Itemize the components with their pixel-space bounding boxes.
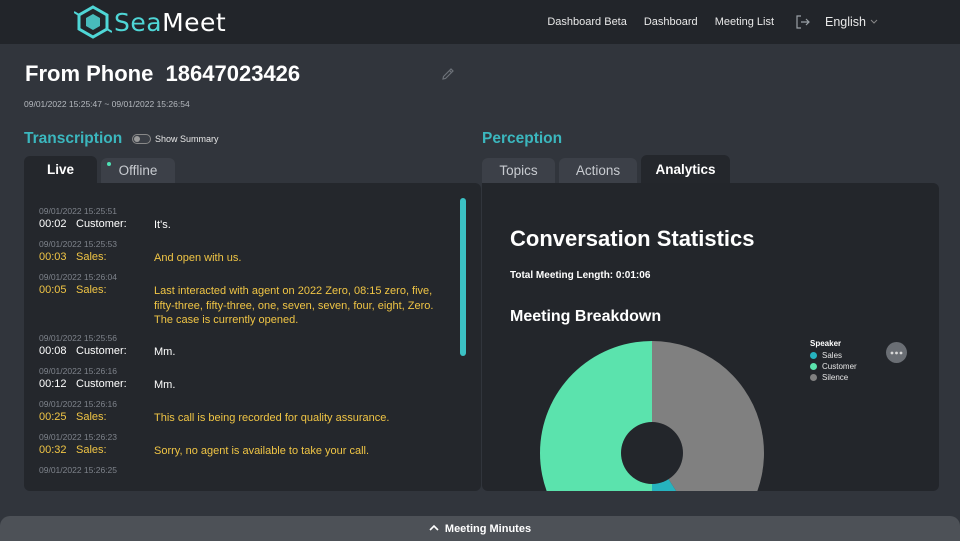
language-label: English xyxy=(825,15,866,29)
meeting-minutes-label: Meeting Minutes xyxy=(444,523,532,535)
tab-offline-label: Offline xyxy=(118,163,158,178)
logo-icon xyxy=(74,5,112,39)
legend-item-customer[interactable]: Customer xyxy=(810,361,857,372)
transcript-entry: 09/01/2022 15:25:51 00:02 Customer: It's. xyxy=(39,206,171,231)
show-summary-label: Show Summary xyxy=(155,134,219,144)
tab-topics-label: Topics xyxy=(499,163,538,178)
meeting-breakdown-chart xyxy=(540,341,764,491)
chart-legend: Speaker Sales Customer Silence xyxy=(810,339,857,383)
entry-speaker: Sales: xyxy=(76,411,107,423)
transcript-entry: 09/01/2022 15:26:16 00:12 Customer: Mm. xyxy=(39,366,175,391)
status-dot xyxy=(107,162,111,166)
entry-time: 00:32 xyxy=(39,444,67,456)
transcript-entry: 09/01/2022 15:26:25 xyxy=(39,465,117,475)
entry-timestamp: 09/01/2022 15:26:04 xyxy=(39,272,117,282)
tab-actions[interactable]: Actions xyxy=(559,158,637,183)
legend-swatch xyxy=(810,363,817,370)
entry-time: 00:03 xyxy=(39,251,67,263)
tab-live[interactable]: Live xyxy=(24,156,97,183)
entry-time: 00:05 xyxy=(39,284,67,296)
tab-offline[interactable]: Offline xyxy=(101,158,175,183)
top-navbar: SeaMeet Dashboard Beta Dashboard Meeting… xyxy=(0,0,960,44)
entry-text: Last interacted with agent on 2022 Zero,… xyxy=(154,285,434,326)
legend-label: Silence xyxy=(822,373,849,382)
legend-title: Speaker xyxy=(810,339,842,348)
entry-speaker: Sales: xyxy=(76,251,107,263)
meeting-minutes-bar[interactable]: Meeting Minutes xyxy=(0,516,960,541)
entry-text: It's. xyxy=(154,219,171,231)
entry-timestamp: 09/01/2022 15:26:16 xyxy=(39,399,117,409)
nav-dashboard-beta[interactable]: Dashboard Beta xyxy=(547,16,627,28)
transcript-entry: 09/01/2022 15:25:56 00:08 Customer: Mm. xyxy=(39,333,175,358)
legend-swatch xyxy=(810,374,817,381)
entry-time: 00:12 xyxy=(39,378,67,390)
legend-item-sales[interactable]: Sales xyxy=(810,350,857,361)
tab-actions-label: Actions xyxy=(575,163,621,178)
entry-timestamp: 09/01/2022 15:26:16 xyxy=(39,366,117,376)
more-horizontal-icon xyxy=(890,351,903,354)
entry-text: Mm. xyxy=(154,379,176,391)
logo-prefix: Sea xyxy=(114,7,163,37)
entry-text: Sorry, no agent is available to take you… xyxy=(154,445,370,457)
entry-text: Mm. xyxy=(154,346,176,358)
entry-text: And open with us. xyxy=(154,252,242,264)
logout-icon[interactable] xyxy=(795,14,811,30)
chevron-up-icon xyxy=(429,524,439,531)
entry-text: This call is being recorded for quality … xyxy=(154,412,390,424)
entry-time: 00:25 xyxy=(39,411,67,423)
legend-label: Sales xyxy=(822,351,843,360)
chart-menu-button[interactable] xyxy=(886,342,907,363)
tab-topics[interactable]: Topics xyxy=(482,158,555,183)
pie-center-hole xyxy=(621,422,683,484)
nav-menu: Dashboard Beta Dashboard Meeting List En… xyxy=(547,0,960,44)
transcription-heading: Transcription xyxy=(24,130,123,147)
tab-analytics-label: Analytics xyxy=(655,161,716,177)
logo-text: SeaMeet xyxy=(114,8,226,37)
tab-analytics[interactable]: Analytics xyxy=(641,155,730,183)
entry-speaker: Customer: xyxy=(76,378,127,390)
page-title: From Phone 18647023426 xyxy=(25,61,301,86)
legend-label: Customer xyxy=(822,362,857,371)
entry-timestamp: 09/01/2022 15:26:25 xyxy=(39,465,117,475)
logo-suffix: Meet xyxy=(162,7,227,37)
entry-speaker: Customer: xyxy=(76,218,127,230)
entry-timestamp: 09/01/2022 15:25:53 xyxy=(39,239,117,249)
entry-time: 00:08 xyxy=(39,345,67,357)
transcript-scrollbar[interactable] xyxy=(460,198,466,356)
transcript-entry: 09/01/2022 15:25:53 00:03 Sales: And open … xyxy=(39,239,241,264)
edit-icon[interactable] xyxy=(440,66,456,82)
transcript-entry: 09/01/2022 15:26:23 00:32 Sales: Sorry, no… xyxy=(39,432,369,457)
entry-timestamp: 09/01/2022 15:26:23 xyxy=(39,432,117,442)
entry-speaker: Customer: xyxy=(76,345,127,357)
nav-meeting-list[interactable]: Meeting List xyxy=(715,16,774,28)
logo[interactable]: SeaMeet xyxy=(74,4,226,40)
entry-time: 00:02 xyxy=(39,218,67,230)
chevron-down-icon xyxy=(870,19,878,24)
transcript-entry: 09/01/2022 15:26:04 00:05 Sales: Last inte… xyxy=(39,272,433,326)
entry-speaker: Sales: xyxy=(76,284,107,296)
nav-dashboard[interactable]: Dashboard xyxy=(644,16,698,28)
tab-live-label: Live xyxy=(46,162,74,177)
entry-speaker: Sales: xyxy=(76,444,107,456)
entry-timestamp: 09/01/2022 15:25:56 xyxy=(39,333,117,343)
meeting-date-range: 09/01/2022 15:25:47 ~ 09/01/2022 15:26:5… xyxy=(24,99,190,109)
perception-heading: Perception xyxy=(482,130,563,147)
transcript-entry: 09/01/2022 15:26:16 00:25 Sales: This call… xyxy=(39,399,389,424)
language-select[interactable]: English xyxy=(825,15,878,29)
legend-swatch xyxy=(810,352,817,359)
entry-timestamp: 09/01/2022 15:25:51 xyxy=(39,206,117,216)
show-summary-toggle[interactable] xyxy=(132,134,151,144)
legend-item-silence[interactable]: Silence xyxy=(810,372,857,383)
